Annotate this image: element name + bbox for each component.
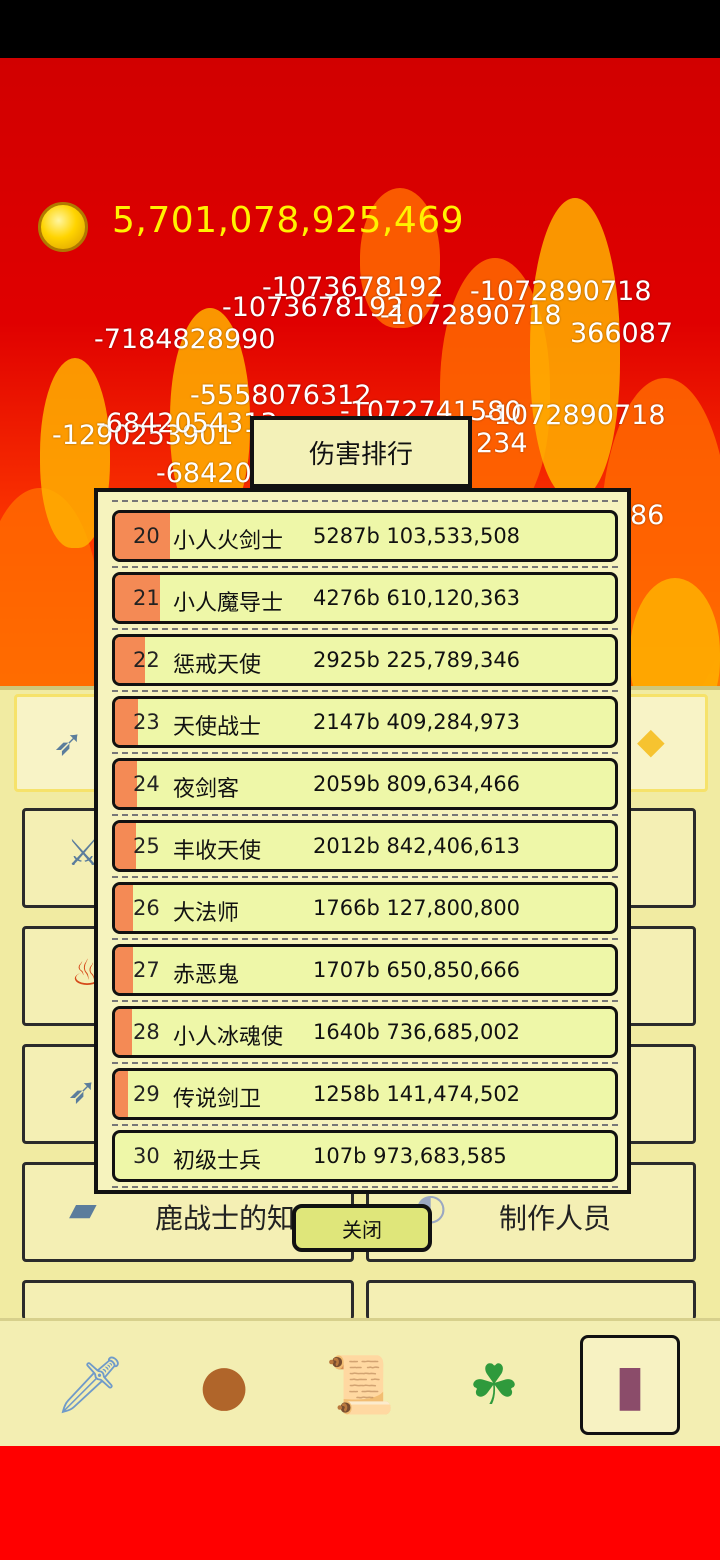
row-separator [112, 566, 618, 568]
damage-number: 366087 [570, 318, 674, 349]
damage-number: -1072890718 [484, 400, 666, 431]
ranking-row: 28 小人冰魂使 1640b 736,685,002 [112, 1006, 618, 1058]
cheese-icon: ◆ [637, 721, 665, 762]
damage-value: 1766b 127,800,800 [313, 896, 521, 920]
damage-value: 2059b 809,634,466 [313, 772, 521, 796]
unit-name: 小人魔导士 [173, 591, 284, 616]
close-button[interactable]: 关闭 [292, 1204, 432, 1252]
rank-number: 22 [133, 648, 160, 672]
hero-icon: ➶ [53, 723, 84, 764]
unit-name: 小人冰魂使 [173, 1025, 284, 1050]
damage-value: 1640b 736,685,002 [313, 1020, 521, 1044]
row-separator [112, 876, 618, 878]
ranking-row: 25 丰收天使 2012b 842,406,613 [112, 820, 618, 872]
rank-number: 21 [133, 586, 160, 610]
rank-number: 29 [133, 1082, 160, 1106]
unit-name: 天使战士 [173, 715, 262, 740]
row-separator [112, 1000, 618, 1002]
damage-value: 1707b 650,850,666 [313, 958, 521, 982]
scroll-icon[interactable]: 📜 [312, 1337, 408, 1433]
ranking-title: 伤害排行 [250, 416, 472, 488]
row-separator [112, 752, 618, 754]
ranking-row: 22 惩戒天使 2925b 225,789,346 [112, 634, 618, 686]
row-separator [112, 690, 618, 692]
unit-name: 夜剑客 [173, 777, 240, 802]
ranking-row: 24 夜剑客 2059b 809,634,466 [112, 758, 618, 810]
ranking-row: 27 赤恶鬼 1707b 650,850,666 [112, 944, 618, 996]
damage-number: -1072890718 [380, 300, 562, 331]
rank-number: 26 [133, 896, 160, 920]
damage-share-bar [115, 885, 134, 931]
row-separator [112, 500, 618, 502]
damage-value: 2925b 225,789,346 [313, 648, 521, 672]
book-icon: ▰ [69, 1189, 97, 1230]
hero-icon: ➶ [67, 1071, 98, 1112]
unit-name: 惩戒天使 [173, 653, 262, 678]
ranking-row: 26 大法师 1766b 127,800,800 [112, 882, 618, 934]
rank-number: 24 [133, 772, 160, 796]
rank-number: 20 [133, 524, 160, 548]
ranking-row: 21 小人魔导士 4276b 610,120,363 [112, 572, 618, 624]
damage-value: 1258b 141,474,502 [313, 1082, 521, 1106]
menu-card[interactable] [22, 1280, 354, 1320]
unit-name: 初级士兵 [173, 1149, 262, 1174]
damage-ranking-dialog: 20 小人火剑士 5287b 103,533,508 21 小人魔导士 4276b 610… [94, 488, 631, 1194]
ranking-row: 23 天使战士 2147b 409,284,973 [112, 696, 618, 748]
damage-value: 107b 973,683,585 [313, 1144, 507, 1168]
row-separator [112, 628, 618, 630]
unit-name: 大法师 [173, 901, 240, 926]
bread-icon[interactable]: ● [176, 1337, 272, 1433]
gold-coin-icon [38, 202, 88, 252]
damage-share-bar [115, 1071, 128, 1117]
rank-number: 25 [133, 834, 160, 858]
ranking-row: 30 初级士兵 107b 973,683,585 [112, 1130, 618, 1182]
bottom-background [0, 1446, 720, 1560]
damage-value: 2012b 842,406,613 [313, 834, 521, 858]
damage-value: 5287b 103,533,508 [313, 524, 521, 548]
damage-number: -7184828990 [94, 324, 276, 355]
damage-value: 2147b 409,284,973 [313, 710, 521, 734]
rank-number: 27 [133, 958, 160, 982]
gold-amount: 5,701,078,925,469 [112, 200, 465, 241]
bottom-nav: 🗡 ● 📜 ☘ ▮ [0, 1318, 720, 1446]
rank-number: 23 [133, 710, 160, 734]
row-separator [112, 938, 618, 940]
ranking-row: 29 传说剑卫 1258b 141,474,502 [112, 1068, 618, 1120]
row-separator [112, 1062, 618, 1064]
unit-name: 丰收天使 [173, 839, 262, 864]
unit-name: 传说剑卫 [173, 1087, 262, 1112]
clover-icon[interactable]: ☘ [446, 1337, 542, 1433]
damage-value: 4276b 610,120,363 [313, 586, 521, 610]
unit-name: 赤恶鬼 [173, 963, 240, 988]
credits-label: 制作人员 [499, 1202, 612, 1235]
unit-name: 小人火剑士 [173, 529, 284, 554]
rank-number: 28 [133, 1020, 160, 1044]
row-separator [112, 814, 618, 816]
menu-card[interactable] [366, 1280, 696, 1320]
row-separator [112, 1186, 618, 1188]
status-bar [0, 0, 720, 58]
damage-number: 86 [630, 500, 665, 531]
damage-share-bar [115, 1009, 132, 1055]
rank-number: 30 [133, 1144, 160, 1168]
sword-icon[interactable]: 🗡 [42, 1337, 138, 1433]
damage-number: -1073678192 [222, 292, 404, 323]
ranking-row: 20 小人火剑士 5287b 103,533,508 [112, 510, 618, 562]
book-icon[interactable]: ▮ [580, 1335, 680, 1435]
row-separator [112, 1124, 618, 1126]
damage-share-bar [115, 947, 133, 993]
damage-number: 234 [476, 428, 528, 459]
